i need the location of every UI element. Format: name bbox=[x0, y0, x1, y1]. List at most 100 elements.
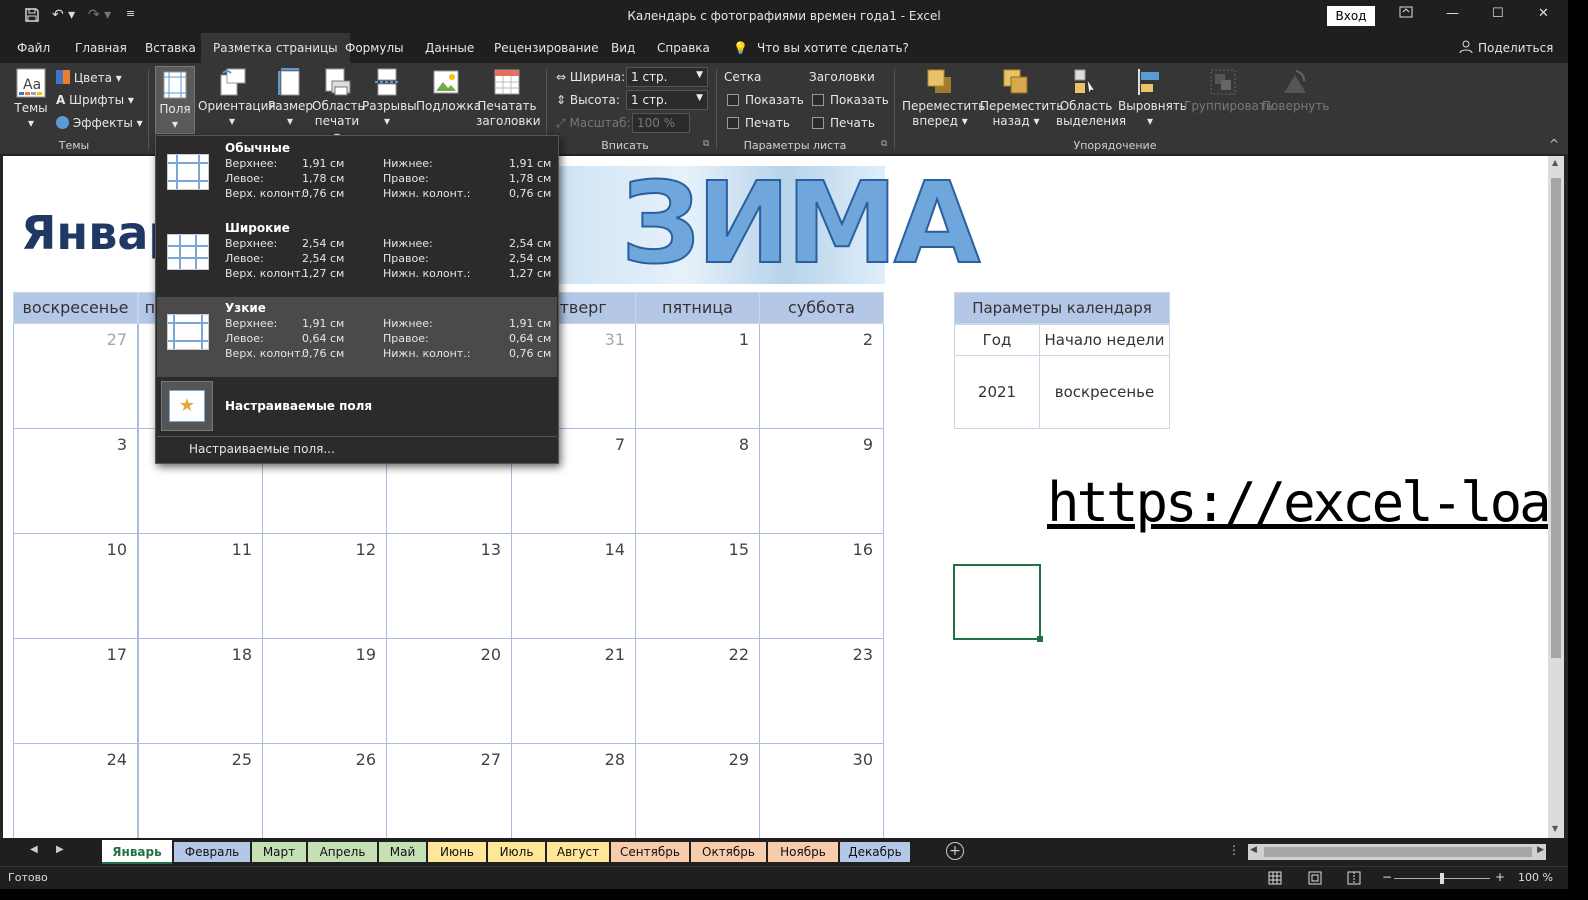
calendar-day-cell[interactable]: 28 bbox=[511, 744, 636, 838]
day-header-saturday[interactable]: суббота bbox=[759, 292, 884, 324]
zoom-level[interactable]: 100 % bbox=[1518, 871, 1553, 884]
dialog-launcher-icon[interactable]: ⧉ bbox=[881, 139, 887, 149]
share-button[interactable]: Поделиться bbox=[1478, 33, 1553, 63]
group-button[interactable]: Группировать bbox=[1184, 67, 1273, 114]
calendar-day-cell[interactable]: 25 bbox=[138, 744, 263, 838]
sheet-tab[interactable]: Июль bbox=[488, 842, 545, 862]
normal-view-icon[interactable] bbox=[1268, 870, 1282, 889]
params-title[interactable]: Параметры календаря bbox=[954, 292, 1170, 324]
tab-view[interactable]: Вид bbox=[611, 33, 635, 63]
scroll-tabs-right-icon[interactable]: ▶ bbox=[56, 844, 64, 855]
sheet-tab[interactable]: Апрель bbox=[308, 842, 377, 862]
sign-in-button[interactable]: Вход bbox=[1327, 6, 1375, 26]
calendar-day-cell[interactable]: 27 bbox=[386, 744, 512, 838]
sheet-tab[interactable]: Сентябрь bbox=[611, 842, 689, 862]
width-select[interactable]: 1 стр. ▼ bbox=[626, 67, 708, 87]
calendar-day-cell[interactable]: 23 bbox=[759, 639, 884, 744]
orientation-button[interactable]: Ориентация ▾ bbox=[198, 67, 276, 129]
tab-review[interactable]: Рецензирование bbox=[494, 33, 599, 63]
tab-data[interactable]: Данные bbox=[425, 33, 474, 63]
ribbon-display-icon[interactable] bbox=[1399, 6, 1413, 22]
margin-option-custom[interactable]: ★ Настраиваемые поля bbox=[157, 377, 557, 435]
calendar-day-cell[interactable]: 29 bbox=[635, 744, 760, 838]
zoom-in-icon[interactable]: + bbox=[1495, 870, 1505, 884]
tab-page-layout[interactable]: Разметка страницы bbox=[201, 33, 350, 63]
send-backward-button[interactable]: Переместить назад ▾ bbox=[980, 67, 1063, 129]
gridlines-print-checkbox[interactable]: Печать bbox=[727, 116, 790, 130]
zoom-slider[interactable] bbox=[1394, 873, 1490, 884]
tab-home[interactable]: Главная bbox=[75, 33, 127, 63]
bring-forward-button[interactable]: Переместить вперед ▾ bbox=[902, 67, 985, 129]
calendar-day-cell[interactable]: 2 bbox=[759, 324, 884, 429]
page-break-view-icon[interactable] bbox=[1347, 870, 1361, 889]
calendar-day-cell[interactable]: 9 bbox=[759, 429, 884, 534]
zoom-out-icon[interactable]: − bbox=[1382, 870, 1392, 884]
sheet-tab[interactable]: Август bbox=[547, 842, 609, 862]
rotate-button[interactable]: Повернуть bbox=[1262, 67, 1329, 114]
dialog-launcher-icon[interactable]: ⧉ bbox=[703, 139, 709, 149]
website-link[interactable]: https://excel-load.com bbox=[1047, 471, 1548, 534]
close-icon[interactable]: ✕ bbox=[1538, 6, 1549, 21]
headings-show-checkbox[interactable]: Показать bbox=[812, 93, 889, 107]
breaks-button[interactable]: Разрывы ▾ bbox=[362, 67, 417, 129]
sheet-tab[interactable]: Май bbox=[379, 842, 426, 862]
calendar-day-cell[interactable]: 22 bbox=[635, 639, 760, 744]
calendar-day-cell[interactable]: 3 bbox=[13, 429, 138, 534]
tell-me-search[interactable]: Что вы хотите сделать? bbox=[757, 33, 909, 63]
sheet-tab[interactable]: Октябрь bbox=[691, 842, 766, 862]
sheet-tab[interactable]: Декабрь bbox=[840, 842, 910, 862]
calendar-day-cell[interactable]: 17 bbox=[13, 639, 138, 744]
params-start-value[interactable]: воскресенье bbox=[1039, 355, 1170, 429]
height-select[interactable]: 1 стр. ▼ bbox=[626, 90, 708, 110]
scroll-up-icon[interactable]: ▲ bbox=[1552, 158, 1558, 167]
sheet-tab[interactable]: Февраль bbox=[174, 842, 250, 862]
scrollbar-thumb[interactable] bbox=[1264, 847, 1532, 857]
calendar-day-cell[interactable]: 16 bbox=[759, 534, 884, 639]
print-area-button[interactable]: Областьпечати ▾ bbox=[312, 67, 365, 144]
print-titles-button[interactable]: Печатать заголовки bbox=[476, 67, 541, 129]
calendar-day-cell[interactable]: 1 bbox=[635, 324, 760, 429]
tab-insert[interactable]: Вставка bbox=[145, 33, 196, 63]
size-button[interactable]: Размер ▾ bbox=[268, 67, 313, 129]
calendar-day-cell[interactable]: 12 bbox=[262, 534, 387, 639]
vertical-scrollbar[interactable]: ▲ ▼ bbox=[1548, 156, 1564, 838]
sheet-tab[interactable]: Март bbox=[252, 842, 306, 862]
calendar-day-cell[interactable]: 14 bbox=[511, 534, 636, 639]
scrollbar-thumb[interactable] bbox=[1551, 178, 1561, 658]
day-header-friday[interactable]: пятница bbox=[635, 292, 760, 324]
tab-file[interactable]: Файл bbox=[17, 33, 50, 63]
fonts-button[interactable]: A Шрифты ▾ bbox=[56, 93, 134, 107]
calendar-day-cell[interactable]: 13 bbox=[386, 534, 512, 639]
params-year-value[interactable]: 2021 bbox=[954, 355, 1040, 429]
scroll-left-icon[interactable]: ◀ bbox=[1250, 845, 1257, 855]
scroll-right-icon[interactable]: ▶ bbox=[1537, 845, 1544, 855]
margin-option-narrow[interactable]: Узкие Верхнее: 1,91 см Нижнее: 1,91 см Л… bbox=[157, 297, 557, 377]
page-layout-view-icon[interactable] bbox=[1308, 870, 1322, 889]
calendar-day-cell[interactable]: 8 bbox=[635, 429, 760, 534]
calendar-day-cell[interactable]: 18 bbox=[138, 639, 263, 744]
selected-cell[interactable] bbox=[953, 564, 1043, 642]
calendar-day-cell[interactable]: 11 bbox=[138, 534, 263, 639]
more-options-icon[interactable]: ⋮ bbox=[1228, 843, 1240, 857]
gridlines-show-checkbox[interactable]: Показать bbox=[727, 93, 804, 107]
sheet-tab[interactable]: Июнь bbox=[428, 842, 486, 862]
calendar-day-cell[interactable]: 21 bbox=[511, 639, 636, 744]
horizontal-scrollbar[interactable]: ◀ ▶ bbox=[1248, 844, 1546, 860]
themes-button[interactable]: Aa Темы ▾ bbox=[13, 67, 49, 131]
calendar-day-cell[interactable]: 10 bbox=[13, 534, 138, 639]
params-year-label[interactable]: Год bbox=[954, 324, 1040, 356]
align-button[interactable]: Выровнять ▾ bbox=[1118, 67, 1187, 129]
add-sheet-icon[interactable]: + bbox=[946, 842, 964, 860]
calendar-day-cell[interactable]: 30 bbox=[759, 744, 884, 838]
calendar-day-cell[interactable]: 26 bbox=[262, 744, 387, 838]
calendar-day-cell[interactable]: 24 bbox=[13, 744, 138, 838]
margins-button[interactable]: Поля ▾ bbox=[155, 66, 195, 134]
day-header-sunday[interactable]: воскресенье bbox=[13, 292, 138, 324]
margin-option-normal[interactable]: Обычные Верхнее: 1,91 см Нижнее: 1,91 см… bbox=[157, 137, 557, 217]
margin-option-wide[interactable]: Широкие Верхнее: 2,54 см Нижнее: 2,54 см… bbox=[157, 217, 557, 297]
sheet-tab[interactable]: Ноябрь bbox=[768, 842, 838, 862]
background-button[interactable]: Подложка bbox=[416, 67, 481, 114]
effects-button[interactable]: Эффекты ▾ bbox=[56, 116, 143, 130]
headings-print-checkbox[interactable]: Печать bbox=[812, 116, 875, 130]
tab-help[interactable]: Справка bbox=[657, 33, 710, 63]
